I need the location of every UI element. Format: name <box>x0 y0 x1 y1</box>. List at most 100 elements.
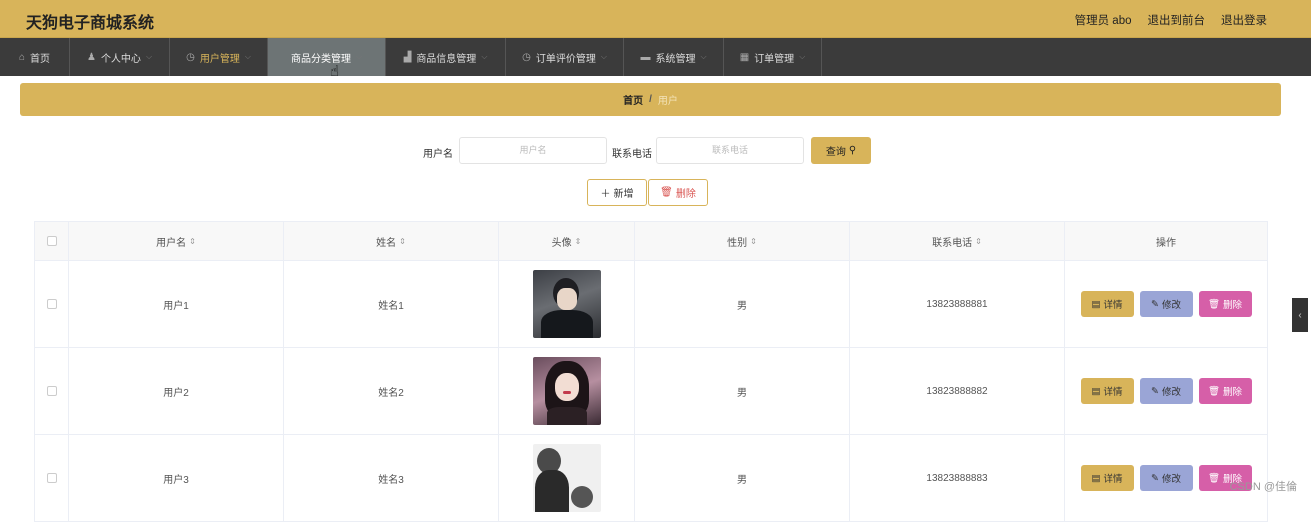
logout-link[interactable]: 退出登录 <box>1221 12 1267 28</box>
gender-cell: 男 <box>635 435 850 521</box>
query-button[interactable]: 查询 ⚲ <box>811 137 871 164</box>
row-select-cell <box>35 261 69 347</box>
trash-icon: 🗑 <box>1207 385 1221 397</box>
edit-button[interactable]: ✎ 修改 <box>1139 291 1193 317</box>
username-cell: 用户3 <box>69 435 284 521</box>
add-label: 新增 <box>613 189 634 200</box>
chart-icon: ▟ <box>403 51 412 63</box>
column-header[interactable]: 性别 ⇕ <box>635 222 850 260</box>
nav-item-home[interactable]: ⌂ 首页 <box>0 38 70 76</box>
phone-cell: 13823888882 <box>850 348 1065 434</box>
gender-cell: 男 <box>635 261 850 347</box>
edit-button[interactable]: ✎ 修改 <box>1139 378 1193 404</box>
table-row: 用户1 姓名1 男 13823888881 ▤ 详情 ✎ 修改 🗑 删除 <box>35 261 1268 348</box>
user-icon: ♟ <box>86 51 96 63</box>
phone-input[interactable]: 联系电话 <box>656 137 804 164</box>
document-icon: ▤ <box>1091 385 1101 397</box>
add-button[interactable]: ＋ 新增 <box>587 179 647 206</box>
query-label: 查询 <box>825 147 846 158</box>
sort-icon: ⇕ <box>574 236 582 246</box>
operations-cell: ▤ 详情 ✎ 修改 🗑 删除 <box>1065 348 1268 434</box>
column-label: 头像 <box>551 237 572 249</box>
phone-label: 联系电话 <box>612 149 652 160</box>
detail-button[interactable]: ▤ 详情 <box>1080 291 1134 317</box>
watermark: CSDN @佳倫 <box>1229 481 1297 493</box>
delete-button[interactable]: 🗑 删除 <box>1198 378 1252 404</box>
batch-delete-button[interactable]: 🗑 删除 <box>648 179 708 206</box>
column-label: 用户名 <box>156 237 187 249</box>
column-label: 姓名 <box>376 237 397 249</box>
detail-label: 详情 <box>1103 387 1123 398</box>
table-row: 用户2 姓名2 男 13823888882 ▤ 详情 ✎ 修改 🗑 删除 <box>35 348 1268 435</box>
admin-user-link[interactable]: 管理员 abo <box>1075 12 1132 28</box>
edit-label: 修改 <box>1161 474 1181 485</box>
chevron-down-icon: ⌵ <box>355 52 363 61</box>
breadcrumb-separator: / <box>649 94 652 105</box>
nav-item-user-management[interactable]: ◷ 用户管理 ⌵ <box>170 38 268 76</box>
nav-label: 商品分类管理 <box>290 53 351 65</box>
breadcrumb: 首页 / 用户 <box>20 83 1281 116</box>
chevron-left-icon: ‹ <box>1298 309 1302 321</box>
nav-item-product-info[interactable]: ▟ 商品信息管理 ⌵ <box>386 38 506 76</box>
avatar[interactable] <box>532 270 601 338</box>
nav-label: 系统管理 <box>655 53 696 65</box>
phone-cell: 13823888883 <box>850 435 1065 521</box>
avatar-cell <box>499 435 635 521</box>
username-input[interactable]: 用户名 <box>459 137 607 164</box>
pointer-cursor-icon: ☝ <box>330 63 340 80</box>
edit-button[interactable]: ✎ 修改 <box>1139 465 1193 491</box>
nav-label: 用户管理 <box>199 53 240 65</box>
name-cell: 姓名2 <box>284 348 499 434</box>
select-all-cell <box>35 222 69 260</box>
delete-button[interactable]: 🗑 删除 <box>1198 291 1252 317</box>
row-checkbox[interactable] <box>46 299 57 309</box>
user-table: 用户名 ⇕ 姓名 ⇕ 头像 ⇕ 性别 ⇕ 联系电话 ⇕ 操作 用户1 姓名1 男 1382… <box>34 221 1268 522</box>
column-header[interactable]: 用户名 ⇕ <box>69 222 284 260</box>
sort-icon: ⇕ <box>189 236 196 246</box>
chevron-down-icon: ⌵ <box>481 52 488 61</box>
sort-icon: ⇕ <box>750 236 757 246</box>
clock-icon: ◷ <box>186 51 195 63</box>
app-title: 天狗电子商城系统 <box>26 15 155 32</box>
monitor-icon: ▬ <box>640 51 651 63</box>
collapse-side-tab[interactable]: ‹ <box>1292 298 1308 332</box>
name-cell: 姓名3 <box>284 435 499 521</box>
nav-label: 首页 <box>30 53 51 65</box>
avatar-cell <box>499 261 635 347</box>
chevron-down-icon: ⌵ <box>145 52 153 61</box>
detail-button[interactable]: ▤ 详情 <box>1080 465 1134 491</box>
nav-item-category-management[interactable]: 商品分类管理 ⌵ <box>268 38 386 76</box>
name-cell: 姓名1 <box>284 261 499 347</box>
column-header[interactable]: 姓名 ⇕ <box>284 222 499 260</box>
delete-label: 删除 <box>675 189 696 200</box>
detail-button[interactable]: ▤ 详情 <box>1080 378 1134 404</box>
pencil-icon: ✎ <box>1151 472 1159 484</box>
nav-item-order-review[interactable]: ◷ 订单评价管理 ⌵ <box>506 38 624 76</box>
pencil-icon: ✎ <box>1151 298 1159 310</box>
home-icon: ⌂ <box>18 51 26 63</box>
nav-label: 个人中心 <box>100 53 141 65</box>
nav-item-system-management[interactable]: ▬ 系统管理 ⌵ <box>624 38 724 76</box>
delete-label: 删除 <box>1223 387 1243 398</box>
nav-label: 订单管理 <box>754 53 795 65</box>
row-checkbox[interactable] <box>46 386 57 396</box>
gender-cell: 男 <box>635 348 850 434</box>
select-all-checkbox[interactable] <box>46 236 57 246</box>
chevron-down-icon: ⌵ <box>244 52 251 61</box>
nav-label: 订单评价管理 <box>535 53 596 65</box>
column-header[interactable]: 头像 ⇕ <box>499 222 635 260</box>
table-row: 用户3 姓名3 男 13823888883 ▤ 详情 ✎ 修改 🗑 删除 <box>35 435 1268 522</box>
nav-item-personal-center[interactable]: ♟ 个人中心 ⌵ <box>70 38 170 76</box>
nav-item-order-management[interactable]: ▦ 订单管理 ⌵ <box>724 38 822 76</box>
avatar[interactable] <box>532 357 601 425</box>
sort-icon: ⇕ <box>975 236 982 246</box>
breadcrumb-home[interactable]: 首页 <box>623 92 643 107</box>
trash-icon: 🗑 <box>1207 472 1221 484</box>
phone-cell: 13823888881 <box>850 261 1065 347</box>
row-checkbox[interactable] <box>46 473 57 483</box>
column-header[interactable]: 联系电话 ⇕ <box>850 222 1065 260</box>
sort-icon: ⇕ <box>399 236 406 246</box>
clock-icon: ◷ <box>522 51 531 63</box>
avatar[interactable] <box>532 444 601 512</box>
exit-to-frontend-link[interactable]: 退出到前台 <box>1148 12 1206 28</box>
